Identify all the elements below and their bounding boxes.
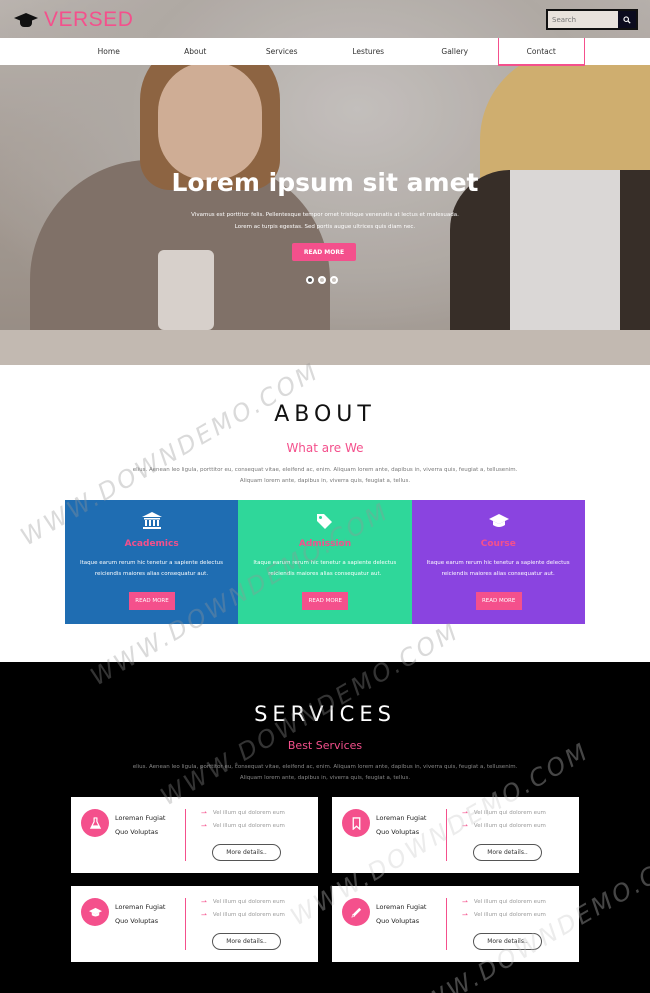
arrow-right-icon: ⇀ xyxy=(462,898,468,906)
card-read-more-button[interactable]: READ MORE xyxy=(129,592,175,610)
service-card-3: Loreman Fugiat Quo Voluptas ⇀ Vel illum qu… xyxy=(71,886,318,962)
card-course: Course Itaque earum rerum hic tenetur a … xyxy=(411,500,585,624)
service-list-text: Vel illum qui dolorem eum xyxy=(212,823,285,829)
slider-dot-3[interactable] xyxy=(330,276,338,284)
service-name-line2: Quo Voluptas xyxy=(115,917,159,925)
search-input[interactable] xyxy=(548,11,618,28)
institution-icon xyxy=(142,512,162,529)
service-list-item: ⇀ Vel illum qui dolorem eum xyxy=(201,898,285,906)
service-name-line2: Quo Voluptas xyxy=(115,828,159,836)
card-text: Itaque earum rerum hic tenetur a sapient… xyxy=(426,560,570,577)
search-box xyxy=(546,9,638,30)
more-details-button[interactable]: More details.. xyxy=(212,933,281,950)
more-details-button[interactable]: More details.. xyxy=(473,844,542,861)
card-title: Course xyxy=(480,539,516,549)
service-list-item: ⇀ Vel illum qui dolorem eum xyxy=(201,822,285,830)
graduation-cap-icon xyxy=(12,11,40,29)
service-name: Loreman Fugiat Quo Voluptas xyxy=(376,900,446,928)
service-name-line1: Loreman Fugiat xyxy=(376,903,427,911)
services-subtitle: Best Services xyxy=(287,739,363,752)
card-title: Academics xyxy=(124,539,179,549)
search-button[interactable] xyxy=(618,11,636,28)
card-read-more-button[interactable]: READ MORE xyxy=(302,592,349,610)
logo-text: VERSED xyxy=(44,8,134,31)
service-card-1: Loreman Fugiat Quo Voluptas ⇀ Vel illum qu… xyxy=(71,797,318,873)
nav-item-home[interactable]: Home xyxy=(66,38,153,65)
site-logo[interactable]: VERSED xyxy=(12,8,133,32)
about-title: ABOUT xyxy=(274,402,376,427)
search-icon xyxy=(623,15,631,24)
slider-dot-1[interactable] xyxy=(306,276,314,284)
slider-dot-2[interactable] xyxy=(318,276,326,284)
divider xyxy=(446,898,447,950)
service-name: Loreman Fugiat Quo Voluptas xyxy=(115,900,185,928)
hero-subtitle: Vivamus est porttitor felis. Pellentesqu… xyxy=(191,212,459,230)
service-icon-circle xyxy=(342,809,370,837)
nav-item-services[interactable]: Services xyxy=(239,38,326,65)
graduation-cap-icon xyxy=(88,907,102,916)
about-cards: Academics Itaque earum rerum hic tenetur… xyxy=(65,500,585,624)
service-list-item: ⇀ Vel illum qui dolorem eum xyxy=(201,911,285,919)
graduation-cap-icon xyxy=(488,514,509,527)
divider xyxy=(185,898,186,950)
service-icon-circle xyxy=(81,898,109,926)
service-list-text: Vel illum qui dolorem eum xyxy=(212,810,285,816)
slider-dots xyxy=(306,276,338,284)
divider xyxy=(185,809,186,861)
flask-icon xyxy=(89,816,101,829)
service-list-item: ⇀ Vel illum qui dolorem eum xyxy=(462,911,546,919)
service-list-text: Vel illum qui dolorem eum xyxy=(473,912,546,918)
nav-item-lectures[interactable]: Lestures xyxy=(325,38,412,65)
service-list-text: Vel illum qui dolorem eum xyxy=(212,899,285,905)
hero-read-more-button[interactable]: READ MORE xyxy=(292,243,356,261)
arrow-right-icon: ⇀ xyxy=(201,822,207,830)
service-list-text: Vel illum qui dolorem eum xyxy=(212,912,285,918)
nav-item-gallery[interactable]: Gallery xyxy=(412,38,499,65)
service-name-line1: Loreman Fugiat xyxy=(376,814,427,822)
card-read-more-button[interactable]: READ MORE xyxy=(475,592,522,610)
about-subtitle: What are We xyxy=(286,441,364,455)
arrow-right-icon: ⇀ xyxy=(201,898,207,906)
service-name-line1: Loreman Fugiat xyxy=(115,903,166,911)
service-list-text: Vel illum qui dolorem eum xyxy=(473,899,546,905)
service-list-item: ⇀ Vel illum qui dolorem eum xyxy=(201,809,285,817)
arrow-right-icon: ⇀ xyxy=(462,911,468,919)
more-details-button[interactable]: More details.. xyxy=(212,844,281,861)
main-nav: Home About Services Lestures Gallery Con… xyxy=(0,38,650,66)
arrow-right-icon: ⇀ xyxy=(201,911,207,919)
service-name-line2: Quo Voluptas xyxy=(376,917,420,925)
service-list-item: ⇀ Vel illum qui dolorem eum xyxy=(462,898,546,906)
pencil-icon xyxy=(350,907,361,918)
service-name: Loreman Fugiat Quo Voluptas xyxy=(115,811,185,839)
card-text: Itaque earum rerum hic tenetur a sapient… xyxy=(80,560,223,577)
bookmark-icon xyxy=(352,816,360,830)
nav-item-about[interactable]: About xyxy=(152,38,239,65)
about-text: elius. Aenean leo ligula, porttitor eu, … xyxy=(132,467,518,484)
hero-title: Lorem ipsum sit amet xyxy=(171,168,479,197)
service-name-line1: Loreman Fugiat xyxy=(115,814,166,822)
service-icon-circle xyxy=(81,809,109,837)
arrow-right-icon: ⇀ xyxy=(201,809,207,817)
nav-item-contact[interactable]: Contact xyxy=(498,38,585,66)
